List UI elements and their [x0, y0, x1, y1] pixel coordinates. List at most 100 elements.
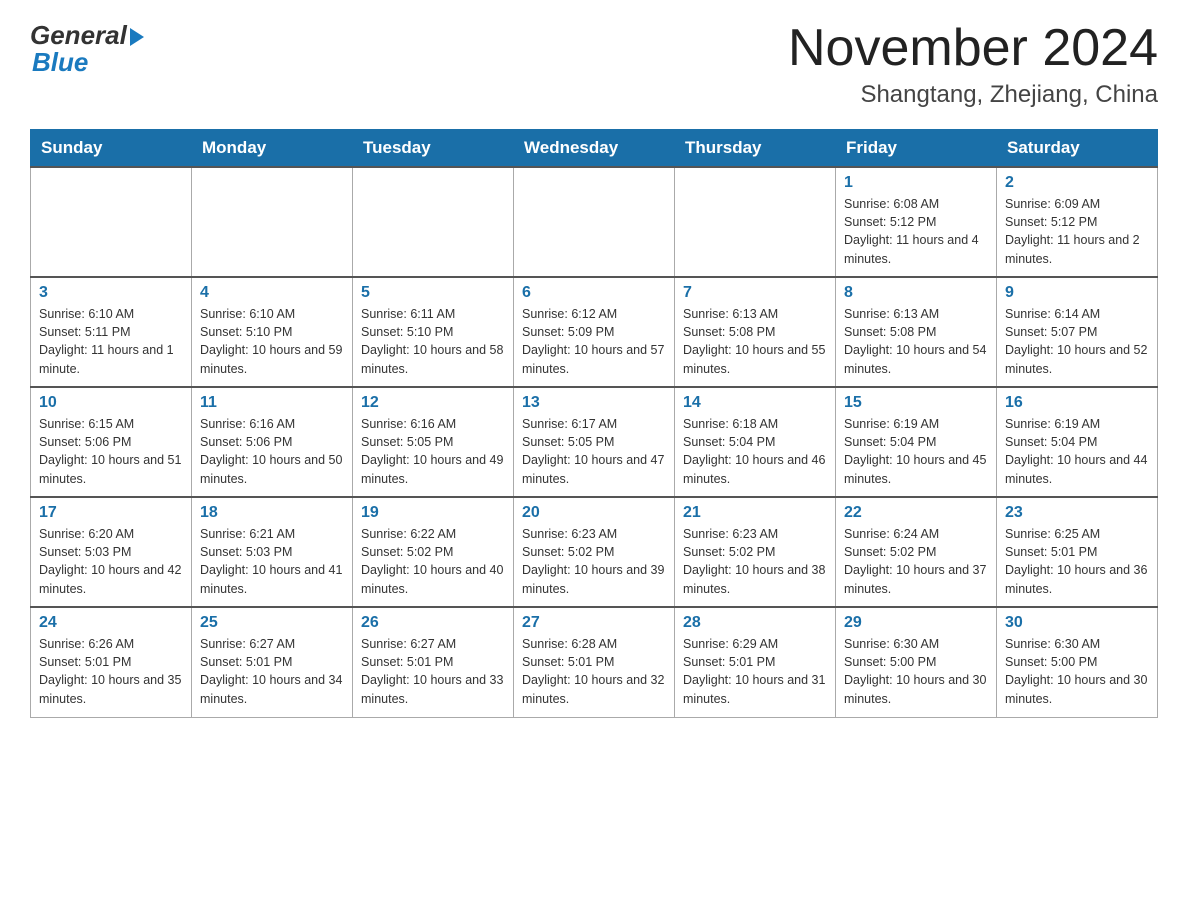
calendar-cell: 8 Sunrise: 6:13 AM Sunset: 5:08 PM Daylig…: [836, 277, 997, 387]
calendar-cell: 26 Sunrise: 6:27 AM Sunset: 5:01 PM Dayli…: [353, 607, 514, 717]
day-info: Sunrise: 6:23 AM Sunset: 5:02 PM Dayligh…: [683, 525, 827, 598]
calendar-cell: 15 Sunrise: 6:19 AM Sunset: 5:04 PM Dayli…: [836, 387, 997, 497]
logo: General Blue: [30, 20, 144, 78]
calendar-cell: [31, 167, 192, 277]
day-info: Sunrise: 6:20 AM Sunset: 5:03 PM Dayligh…: [39, 525, 183, 598]
weekday-header-wednesday: Wednesday: [514, 130, 675, 168]
day-info: Sunrise: 6:10 AM Sunset: 5:10 PM Dayligh…: [200, 305, 344, 378]
day-info: Sunrise: 6:16 AM Sunset: 5:05 PM Dayligh…: [361, 415, 505, 488]
day-number: 17: [39, 504, 183, 522]
calendar-cell: 29 Sunrise: 6:30 AM Sunset: 5:00 PM Dayli…: [836, 607, 997, 717]
calendar-cell: 11 Sunrise: 6:16 AM Sunset: 5:06 PM Dayli…: [192, 387, 353, 497]
day-info: Sunrise: 6:19 AM Sunset: 5:04 PM Dayligh…: [1005, 415, 1149, 488]
calendar-cell: 4 Sunrise: 6:10 AM Sunset: 5:10 PM Daylig…: [192, 277, 353, 387]
day-number: 6: [522, 284, 666, 302]
calendar-cell: 18 Sunrise: 6:21 AM Sunset: 5:03 PM Dayli…: [192, 497, 353, 607]
day-info: Sunrise: 6:12 AM Sunset: 5:09 PM Dayligh…: [522, 305, 666, 378]
calendar-cell: 6 Sunrise: 6:12 AM Sunset: 5:09 PM Daylig…: [514, 277, 675, 387]
calendar-cell: 7 Sunrise: 6:13 AM Sunset: 5:08 PM Daylig…: [675, 277, 836, 387]
day-info: Sunrise: 6:29 AM Sunset: 5:01 PM Dayligh…: [683, 635, 827, 708]
day-number: 28: [683, 614, 827, 632]
day-info: Sunrise: 6:13 AM Sunset: 5:08 PM Dayligh…: [844, 305, 988, 378]
page-header: General Blue November 2024 Shangtang, Zh…: [30, 20, 1158, 109]
calendar-cell: [675, 167, 836, 277]
calendar-cell: 24Sunrise: 6:26 AM Sunset: 5:01 PM Dayli…: [31, 607, 192, 717]
calendar-week-row: 10 Sunrise: 6:15 AM Sunset: 5:06 PM Dayli…: [31, 387, 1158, 497]
calendar-cell: 19Sunrise: 6:22 AM Sunset: 5:02 PM Dayli…: [353, 497, 514, 607]
day-number: 8: [844, 284, 988, 302]
logo-arrow-icon: [130, 28, 144, 46]
day-info: Sunrise: 6:09 AM Sunset: 5:12 PM Dayligh…: [1005, 195, 1149, 268]
day-number: 20: [522, 504, 666, 522]
calendar-cell: 23Sunrise: 6:25 AM Sunset: 5:01 PM Dayli…: [997, 497, 1158, 607]
calendar-table: SundayMondayTuesdayWednesdayThursdayFrid…: [30, 129, 1158, 718]
day-info: Sunrise: 6:21 AM Sunset: 5:03 PM Dayligh…: [200, 525, 344, 598]
calendar-cell: 5 Sunrise: 6:11 AM Sunset: 5:10 PM Daylig…: [353, 277, 514, 387]
calendar-cell: 17 Sunrise: 6:20 AM Sunset: 5:03 PM Dayli…: [31, 497, 192, 607]
day-number: 1: [844, 174, 988, 192]
day-info: Sunrise: 6:30 AM Sunset: 5:00 PM Dayligh…: [844, 635, 988, 708]
calendar-week-row: 1Sunrise: 6:08 AM Sunset: 5:12 PM Daylig…: [31, 167, 1158, 277]
day-number: 22: [844, 504, 988, 522]
day-info: Sunrise: 6:17 AM Sunset: 5:05 PM Dayligh…: [522, 415, 666, 488]
day-number: 15: [844, 394, 988, 412]
calendar-cell: 28 Sunrise: 6:29 AM Sunset: 5:01 PM Dayli…: [675, 607, 836, 717]
day-number: 2: [1005, 174, 1149, 192]
calendar-cell: 21 Sunrise: 6:23 AM Sunset: 5:02 PM Dayli…: [675, 497, 836, 607]
day-number: 23: [1005, 504, 1149, 522]
day-info: Sunrise: 6:13 AM Sunset: 5:08 PM Dayligh…: [683, 305, 827, 378]
day-number: 5: [361, 284, 505, 302]
weekday-header-thursday: Thursday: [675, 130, 836, 168]
weekday-header-saturday: Saturday: [997, 130, 1158, 168]
weekday-header-tuesday: Tuesday: [353, 130, 514, 168]
weekday-header-friday: Friday: [836, 130, 997, 168]
calendar-cell: 13 Sunrise: 6:17 AM Sunset: 5:05 PM Dayli…: [514, 387, 675, 497]
day-number: 12: [361, 394, 505, 412]
day-info: Sunrise: 6:26 AM Sunset: 5:01 PM Dayligh…: [39, 635, 183, 708]
day-info: Sunrise: 6:28 AM Sunset: 5:01 PM Dayligh…: [522, 635, 666, 708]
calendar-cell: 14 Sunrise: 6:18 AM Sunset: 5:04 PM Dayli…: [675, 387, 836, 497]
day-number: 11: [200, 394, 344, 412]
day-number: 3: [39, 284, 183, 302]
calendar-week-row: 17 Sunrise: 6:20 AM Sunset: 5:03 PM Dayli…: [31, 497, 1158, 607]
day-info: Sunrise: 6:27 AM Sunset: 5:01 PM Dayligh…: [361, 635, 505, 708]
calendar-cell: 1Sunrise: 6:08 AM Sunset: 5:12 PM Daylig…: [836, 167, 997, 277]
day-number: 21: [683, 504, 827, 522]
day-number: 18: [200, 504, 344, 522]
day-info: Sunrise: 6:16 AM Sunset: 5:06 PM Dayligh…: [200, 415, 344, 488]
day-number: 4: [200, 284, 344, 302]
day-info: Sunrise: 6:14 AM Sunset: 5:07 PM Dayligh…: [1005, 305, 1149, 378]
calendar-cell: 22 Sunrise: 6:24 AM Sunset: 5:02 PM Dayli…: [836, 497, 997, 607]
calendar-cell: 30Sunrise: 6:30 AM Sunset: 5:00 PM Dayli…: [997, 607, 1158, 717]
day-number: 9: [1005, 284, 1149, 302]
day-number: 7: [683, 284, 827, 302]
calendar-cell: 25 Sunrise: 6:27 AM Sunset: 5:01 PM Dayli…: [192, 607, 353, 717]
day-number: 13: [522, 394, 666, 412]
day-info: Sunrise: 6:11 AM Sunset: 5:10 PM Dayligh…: [361, 305, 505, 378]
calendar-cell: 9 Sunrise: 6:14 AM Sunset: 5:07 PM Daylig…: [997, 277, 1158, 387]
title-block: November 2024 Shangtang, Zhejiang, China: [788, 20, 1158, 109]
month-year-title: November 2024: [788, 20, 1158, 77]
day-number: 26: [361, 614, 505, 632]
calendar-cell: 2 Sunrise: 6:09 AM Sunset: 5:12 PM Daylig…: [997, 167, 1158, 277]
day-info: Sunrise: 6:30 AM Sunset: 5:00 PM Dayligh…: [1005, 635, 1149, 708]
calendar-cell: [192, 167, 353, 277]
day-info: Sunrise: 6:24 AM Sunset: 5:02 PM Dayligh…: [844, 525, 988, 598]
day-info: Sunrise: 6:19 AM Sunset: 5:04 PM Dayligh…: [844, 415, 988, 488]
day-info: Sunrise: 6:27 AM Sunset: 5:01 PM Dayligh…: [200, 635, 344, 708]
calendar-week-row: 3Sunrise: 6:10 AM Sunset: 5:11 PM Daylig…: [31, 277, 1158, 387]
calendar-cell: [514, 167, 675, 277]
day-info: Sunrise: 6:18 AM Sunset: 5:04 PM Dayligh…: [683, 415, 827, 488]
calendar-cell: 3Sunrise: 6:10 AM Sunset: 5:11 PM Daylig…: [31, 277, 192, 387]
day-number: 25: [200, 614, 344, 632]
day-number: 29: [844, 614, 988, 632]
calendar-week-row: 24Sunrise: 6:26 AM Sunset: 5:01 PM Dayli…: [31, 607, 1158, 717]
logo-blue-text: Blue: [30, 47, 88, 78]
day-info: Sunrise: 6:15 AM Sunset: 5:06 PM Dayligh…: [39, 415, 183, 488]
day-info: Sunrise: 6:23 AM Sunset: 5:02 PM Dayligh…: [522, 525, 666, 598]
day-number: 10: [39, 394, 183, 412]
weekday-header-row: SundayMondayTuesdayWednesdayThursdayFrid…: [31, 130, 1158, 168]
day-number: 14: [683, 394, 827, 412]
calendar-cell: 16Sunrise: 6:19 AM Sunset: 5:04 PM Dayli…: [997, 387, 1158, 497]
calendar-cell: [353, 167, 514, 277]
